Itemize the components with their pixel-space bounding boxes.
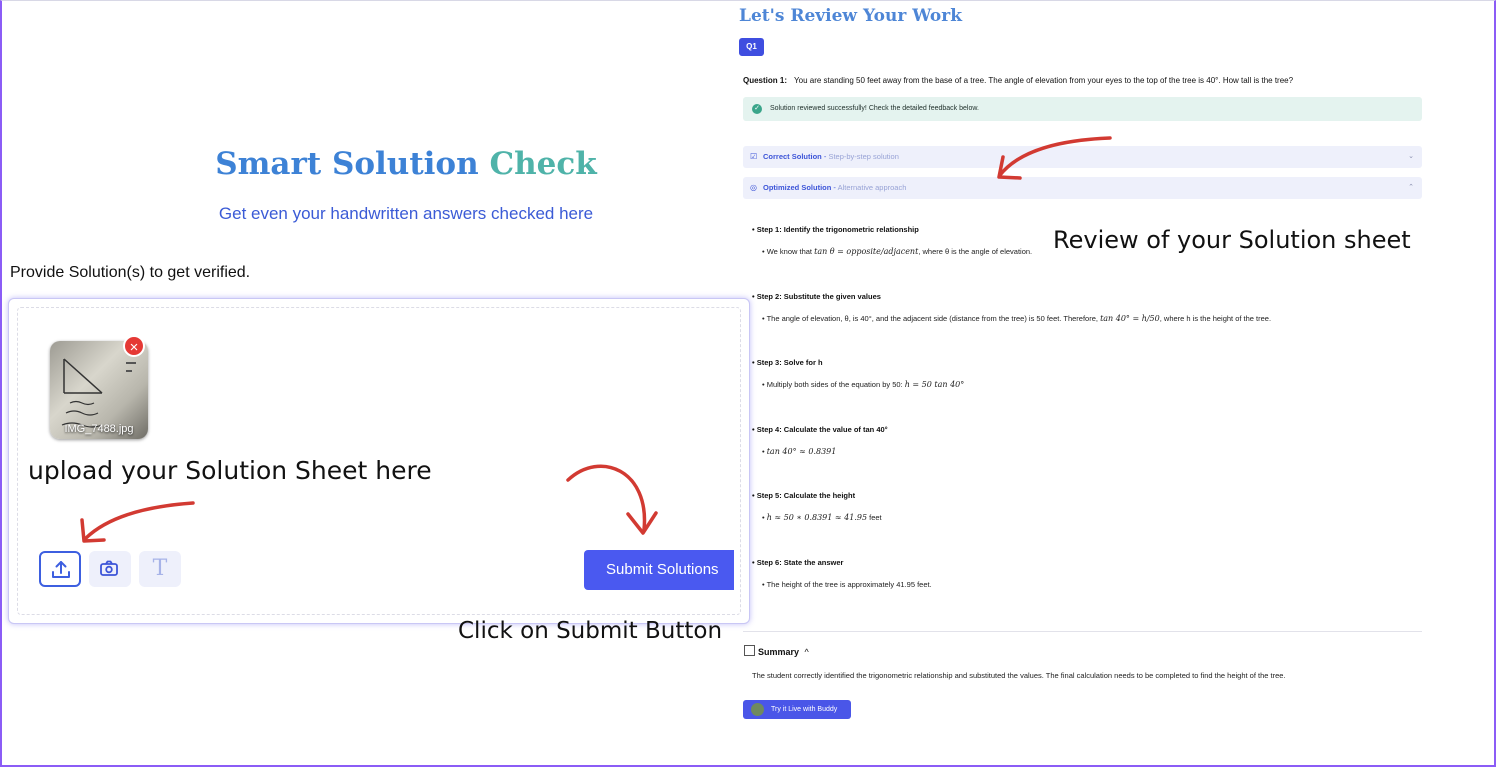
step-title: • Step 4: Calculate the value of tan 40° [752,425,888,434]
title-part-1: Smart Solution [215,146,479,182]
step-1-title: Step 1: Identify the trigonometric relat… [756,225,919,234]
uploaded-file-name: IMG_7488.jpg [64,423,134,435]
question-tab-q1[interactable]: Q1 [739,38,764,56]
step-1-math: tan θ = opposite/adjacent [814,247,919,256]
buddy-avatar-icon [751,703,764,716]
step-1-post: , where θ is the angle of elevation. [918,247,1033,256]
page-subtitle: Get even your handwritten answers checke… [218,204,594,223]
provide-label: Provide Solution(s) to get verified. [10,264,251,281]
submit-annotation-caption: Click on Submit Button [458,618,723,644]
camera-button[interactable] [89,551,131,587]
step-5-title: Step 5: Calculate the height [756,491,856,500]
chevron-up-icon: ⌃ [1408,184,1414,191]
summary-text: The student correctly identified the tri… [752,671,1286,680]
summary-title: Summary [758,647,800,657]
step-6-title: Step 6: State the answer [756,558,844,567]
step-title: • Step 3: Solve for h [752,358,823,367]
step-2-math: tan 40° = h/50 [1100,314,1160,323]
step-title: • Step 6: State the answer [752,558,844,567]
step-3-title: Step 3: Solve for h [756,358,823,367]
accordion-correct-solution[interactable]: ☑ Correct Solution - Step-by-step soluti… [743,146,1422,168]
step-6-text: The height of the tree is approximately … [766,580,932,589]
step-body: • The height of the tree is approximatel… [762,580,932,589]
review-title: Let's Review Your Work [739,6,962,26]
submit-solutions-button[interactable]: Submit Solutions [584,550,734,590]
accordion-optimized-solution[interactable]: ◎ Optimized Solution - Alternative appro… [743,177,1422,199]
step-3-math: h = 50 tan 40° [904,380,965,389]
step-title: • Step 2: Substitute the given values [752,292,881,301]
remove-image-icon[interactable]: × [123,335,145,357]
summary-toggle[interactable]: Summary ^ [744,645,809,657]
accordion-title: Correct Solution [763,152,822,161]
text-icon: T [152,556,168,581]
step-body: • tan 40° ≈ 0.8391 [762,447,837,456]
try-live-buddy-button[interactable]: Try it Live with Buddy [743,700,851,719]
question-body: You are standing 50 feet away from the b… [794,76,1294,85]
step-body: • h ≈ 50 ∗ 0.8391 ≈ 41.95 feet [762,513,882,522]
text-input-button[interactable]: T [139,551,181,587]
step-5-post: feet [867,513,882,522]
accordion-title: Optimized Solution [763,183,832,192]
accordion-subtitle: Alternative approach [837,183,907,192]
upload-annotation-caption: upload your Solution Sheet here [28,456,432,485]
document-icon [744,645,755,656]
checklist-icon: ☑ [750,152,758,161]
step-title: • Step 5: Calculate the height [752,491,856,500]
upload-icon [52,561,70,578]
camera-icon [100,560,118,576]
title-part-2: Check [489,146,597,182]
divider [743,631,1422,632]
upload-button[interactable] [39,551,81,587]
success-text: Solution reviewed successfully! Check th… [770,105,979,112]
accordion-subtitle: Step-by-step solution [828,152,899,161]
step-5-math: h ≈ 50 ∗ 0.8391 ≈ 41.95 [766,513,868,522]
step-4-math: tan 40° ≈ 0.8391 [766,447,837,456]
step-body: • We know that tan θ = opposite/adjacent… [762,247,1033,256]
step-body: • Multiply both sides of the equation by… [762,380,965,389]
step-body: • The angle of elevation, θ, is 40°, and… [762,314,1272,323]
step-2-title: Step 2: Substitute the given values [756,292,881,301]
step-2-post: , where h is the height of the tree. [1159,314,1272,323]
target-icon: ◎ [750,183,757,192]
review-annotation-caption: Review of your Solution sheet [1053,226,1411,254]
success-banner: ✓ Solution reviewed successfully! Check … [743,97,1422,121]
step-title: • Step 1: Identify the trigonometric rel… [752,225,919,234]
buddy-button-label: Try it Live with Buddy [771,706,838,713]
question-text: Question 1: You are standing 50 feet away… [743,76,1293,85]
chevron-down-icon: ⌄ [1408,153,1414,160]
chevron-up-icon: ^ [804,647,809,657]
step-4-title: Step 4: Calculate the value of tan 40° [756,425,888,434]
step-2-text: The angle of elevation, θ, is 40°, and t… [766,314,1101,323]
check-circle-icon: ✓ [752,104,762,114]
step-3-text: Multiply both sides of the equation by 5… [766,380,905,389]
question-label: Question 1: [743,76,788,85]
page-title: Smart Solution Check [0,146,812,182]
step-1-text: We know that [766,247,815,256]
